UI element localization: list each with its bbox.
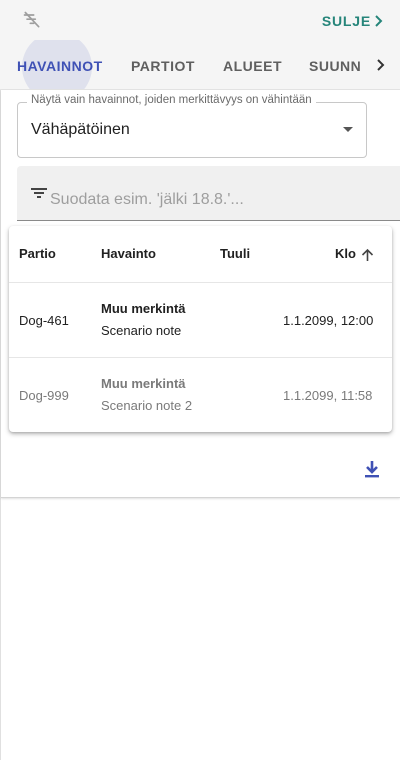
- cell-partio: Dog-461: [19, 313, 69, 328]
- filter-icon: [31, 188, 47, 198]
- column-header-havainto[interactable]: Havainto: [101, 246, 156, 261]
- significance-select-label: Näytä vain havainnot, joiden merkittävyy…: [27, 94, 316, 106]
- close-button[interactable]: SULJE: [322, 11, 384, 31]
- tab-alueet[interactable]: ALUEET: [223, 40, 282, 90]
- cell-havainto-note: Scenario note 2: [101, 398, 193, 413]
- top-bar: SULJE: [0, 0, 400, 40]
- cell-klo: 1.1.2099, 11:58: [283, 388, 373, 403]
- tab-havainnot[interactable]: HAVAINNOT: [17, 40, 103, 90]
- cell-havainto-title: Muu merkintä: [101, 301, 186, 316]
- chevron-right-icon: [377, 59, 385, 71]
- table-row[interactable]: Dog-461 Muu merkintä Scenario note 1.1.2…: [9, 282, 392, 357]
- sort-ascending-icon[interactable]: [361, 248, 374, 262]
- tab-partiot[interactable]: PARTIOT: [131, 40, 195, 90]
- cell-klo: 1.1.2099, 12:00: [283, 313, 374, 328]
- tab-suunni[interactable]: SUUNNI: [309, 40, 366, 90]
- chevron-right-icon: [375, 15, 383, 27]
- table-row[interactable]: Dog-999 Muu merkintä Scenario note 2 1.1…: [9, 357, 392, 433]
- search-input[interactable]: [50, 191, 380, 209]
- cell-havainto-title: Muu merkintä: [101, 376, 186, 391]
- observations-table: Partio Havainto Tuuli Klo Dog-461 Muu me…: [9, 226, 392, 432]
- column-header-tuuli[interactable]: Tuuli: [220, 246, 250, 261]
- close-button-label: SULJE: [321, 13, 371, 29]
- column-header-klo[interactable]: Klo: [335, 246, 356, 261]
- significance-select-value: Vähäpätöinen: [31, 121, 130, 138]
- tabs-scroll-next-button[interactable]: [362, 40, 400, 90]
- cell-havainto-note: Scenario note: [101, 323, 182, 338]
- tab-bar: HAVAINNOT PARTIOT ALUEET SUUNNI: [0, 40, 400, 90]
- filter-off-icon[interactable]: [22, 10, 42, 30]
- column-header-partio[interactable]: Partio: [19, 246, 56, 261]
- cell-partio: Dog-999: [19, 388, 69, 403]
- dropdown-arrow-icon: [343, 127, 353, 132]
- download-icon[interactable]: [362, 459, 382, 479]
